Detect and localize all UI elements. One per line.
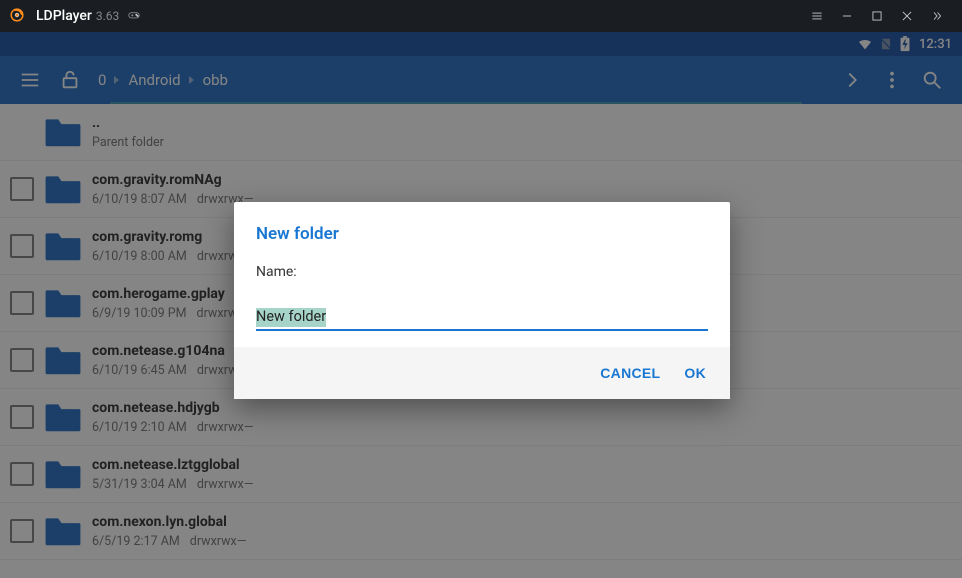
ok-button[interactable]: OK (684, 365, 706, 381)
folder-name-input[interactable]: New folder (256, 306, 708, 331)
window-titlebar: LDPlayer 3.63 (0, 0, 962, 32)
expand-sidebar-button[interactable] (922, 0, 952, 32)
dialog-title: New folder (234, 202, 730, 256)
app-logo-icon (10, 7, 28, 25)
titlebar-menu-button[interactable] (802, 0, 832, 32)
close-button[interactable] (892, 0, 922, 32)
app-name: LDPlayer (36, 8, 92, 24)
dialog-name-label: Name: (256, 264, 708, 280)
maximize-button[interactable] (862, 0, 892, 32)
gamepad-icon (127, 7, 141, 26)
app-version: 3.63 (96, 9, 119, 23)
cancel-button[interactable]: CANCEL (600, 365, 660, 381)
new-folder-dialog: New folder Name: New folder CANCEL OK (234, 202, 730, 399)
minimize-button[interactable] (832, 0, 862, 32)
folder-name-input-text[interactable]: New folder (256, 308, 326, 327)
